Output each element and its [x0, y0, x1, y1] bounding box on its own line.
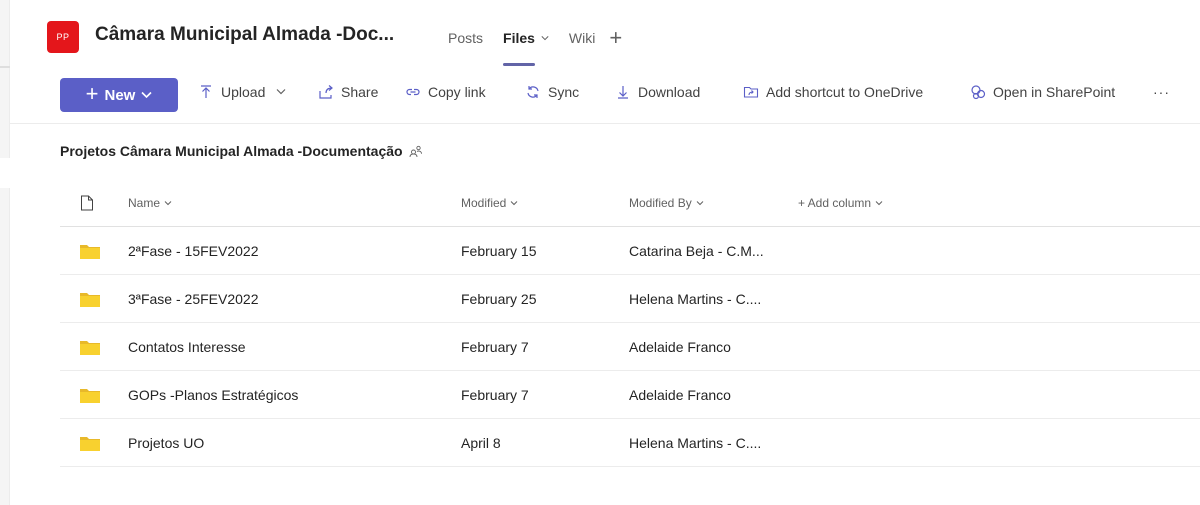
shortcut-icon [743, 86, 759, 98]
modified-by-header-label: Modified By [629, 196, 692, 210]
share-icon [319, 85, 333, 99]
team-avatar[interactable]: PP [47, 21, 79, 53]
modified-date: April 8 [461, 434, 501, 451]
download-label: Download [638, 84, 701, 100]
sync-button[interactable]: Sync [525, 84, 579, 100]
new-button-label: New [104, 86, 136, 104]
open-sharepoint-button[interactable]: Open in SharePoint [970, 84, 1115, 100]
copy-link-button[interactable]: Copy link [405, 84, 486, 100]
table-row[interactable]: Projetos UO April 8 Helena Martins - C..… [60, 419, 1200, 467]
modified-by[interactable]: Helena Martins - C.... [629, 275, 761, 322]
folder-icon [80, 419, 108, 466]
channel-header: PP Câmara Municipal Almada -Doc... Posts… [10, 0, 1200, 66]
table-row[interactable]: GOPs -Planos Estratégicos February 7 Ade… [60, 371, 1200, 419]
file-name[interactable]: Projetos UO [128, 419, 204, 466]
tab-files[interactable]: Files [493, 27, 559, 66]
tab-wiki-label: Wiki [568, 30, 596, 46]
folder-icon [80, 275, 108, 322]
copy-link-label: Copy link [428, 84, 486, 100]
breadcrumb-title[interactable]: Projetos Câmara Municipal Almada -Docume… [60, 143, 403, 159]
file-name[interactable]: Contatos Interesse [128, 323, 246, 370]
folder-icon [80, 227, 108, 274]
download-icon [618, 86, 628, 99]
file-name[interactable]: 2ªFase - 15FEV2022 [128, 227, 258, 274]
modified-date: February 7 [461, 338, 529, 355]
share-button[interactable]: Share [318, 84, 378, 100]
modified-by[interactable]: Catarina Beja - C.M... [629, 227, 764, 274]
download-button[interactable]: Download [615, 84, 700, 100]
chevron-down-icon [511, 201, 518, 206]
open-sharepoint-label: Open in SharePoint [993, 84, 1116, 100]
add-shortcut-button[interactable]: Add shortcut to OneDrive [743, 84, 923, 100]
name-column-header[interactable]: Name [128, 180, 172, 226]
modified-column-header[interactable]: Modified [461, 180, 518, 226]
chevron-down-icon [276, 89, 286, 95]
modified-header-label: Modified [461, 196, 507, 210]
link-icon [406, 88, 420, 96]
new-button[interactable]: + New [60, 78, 178, 112]
files-toolbar: + New Upload Share Copy link Sync Downlo… [10, 68, 1200, 124]
modified-by[interactable]: Adelaide Franco [629, 323, 731, 370]
people-icon[interactable] [409, 145, 423, 157]
file-name[interactable]: GOPs -Planos Estratégicos [128, 371, 298, 418]
app-left-rail [0, 0, 10, 505]
team-title[interactable]: Câmara Municipal Almada -Doc... [95, 24, 394, 46]
channel-tabs: Posts Files Wiki + [438, 27, 626, 66]
add-tab-button[interactable]: + [605, 27, 626, 49]
sync-label: Sync [548, 84, 580, 100]
modified-by[interactable]: Helena Martins - C.... [629, 419, 761, 466]
table-row[interactable]: Contatos Interesse February 7 Adelaide F… [60, 323, 1200, 371]
chevron-down-icon [696, 201, 704, 206]
breadcrumb: Projetos Câmara Municipal Almada -Docume… [60, 143, 423, 159]
chevron-down-icon [541, 36, 549, 41]
file-type-header[interactable] [80, 180, 108, 226]
more-options-button[interactable]: ··· [1153, 84, 1170, 100]
modified-by[interactable]: Adelaide Franco [629, 371, 731, 418]
folder-icon [80, 323, 108, 370]
table-header: Name Modified Modified By + Add column [60, 180, 1200, 227]
upload-icon [201, 85, 211, 98]
plus-icon: + [85, 81, 99, 106]
rail-notch [0, 158, 18, 188]
modified-date: February 25 [461, 290, 537, 307]
sync-icon [527, 86, 539, 98]
modified-by-column-header[interactable]: Modified By [629, 180, 704, 226]
file-name[interactable]: 3ªFase - 25FEV2022 [128, 275, 258, 322]
add-shortcut-label: Add shortcut to OneDrive [766, 84, 924, 100]
add-column-label: + Add column [798, 196, 872, 210]
share-label: Share [341, 84, 379, 100]
tab-files-label: Files [503, 30, 535, 46]
table-row[interactable]: 3ªFase - 25FEV2022 February 25 Helena Ma… [60, 275, 1200, 323]
table-row[interactable]: 2ªFase - 15FEV2022 February 15 Catarina … [60, 227, 1200, 275]
tab-posts-label: Posts [448, 30, 484, 46]
chevron-down-icon [141, 91, 152, 99]
document-icon [81, 195, 93, 211]
tab-posts[interactable]: Posts [438, 27, 493, 49]
upload-label: Upload [221, 84, 266, 100]
upload-button[interactable]: Upload [198, 84, 286, 100]
sharepoint-icon [971, 85, 986, 100]
folder-icon [80, 371, 108, 418]
modified-date: February 7 [461, 386, 529, 403]
files-table: Name Modified Modified By + Add column 2… [60, 180, 1200, 467]
rail-divider [0, 66, 10, 68]
modified-date: February 15 [461, 242, 537, 259]
chevron-down-icon [164, 201, 172, 206]
name-header-label: Name [128, 196, 161, 210]
add-column-header[interactable]: + Add column [798, 180, 883, 226]
chevron-down-icon [875, 201, 883, 206]
tab-wiki[interactable]: Wiki [559, 27, 605, 49]
